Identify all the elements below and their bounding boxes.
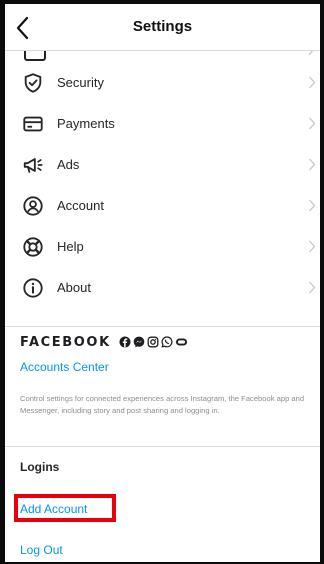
chevron-right-icon: [309, 281, 316, 294]
menu-item-label: Payments: [57, 116, 115, 131]
chevron-right-icon: [309, 240, 316, 253]
facebook-brand-row: FACEBOOK: [20, 332, 188, 352]
chevron-right-icon: [309, 76, 316, 89]
menu-item-about[interactable]: About: [5, 267, 320, 308]
section-divider: [5, 326, 320, 327]
menu-item-label: Security: [57, 75, 104, 90]
partially-scrolled-menu-item[interactable]: [5, 50, 320, 62]
add-account-link[interactable]: Add Account: [20, 502, 87, 516]
facebook-icon: [119, 336, 131, 348]
menu-item-ads[interactable]: Ads: [5, 144, 320, 185]
accounts-center-link[interactable]: Accounts Center: [20, 360, 109, 374]
menu-item-label: About: [57, 280, 91, 295]
page-title: Settings: [132, 18, 193, 35]
shield-check-icon: [24, 73, 42, 93]
at-sign-icon: [23, 196, 43, 216]
chevron-right-icon: [309, 158, 316, 171]
settings-menu: Security Payments Ads Account Help About: [5, 62, 320, 308]
settings-header: Settings: [5, 4, 320, 51]
meta-app-icons: [119, 336, 188, 348]
credit-card-icon: [23, 116, 43, 132]
megaphone-icon: [23, 158, 43, 173]
scrolled-item-icon: [24, 50, 46, 61]
instagram-icon: [147, 336, 159, 348]
info-circle-icon: [23, 278, 43, 298]
lifebuoy-icon: [23, 237, 43, 257]
section-divider: [5, 446, 320, 447]
accounts-center-description: Control settings for connected experienc…: [20, 394, 305, 415]
whatsapp-icon: [161, 336, 173, 348]
log-out-link[interactable]: Log Out: [20, 543, 63, 557]
facebook-wordmark: FACEBOOK: [20, 334, 111, 350]
menu-item-label: Ads: [57, 157, 80, 172]
chevron-right-icon: [309, 199, 316, 212]
menu-item-label: Account: [57, 198, 104, 213]
menu-item-payments[interactable]: Payments: [5, 103, 320, 144]
menu-item-label: Help: [57, 239, 84, 254]
menu-item-help[interactable]: Help: [5, 226, 320, 267]
messenger-icon: [133, 336, 145, 348]
menu-item-security[interactable]: Security: [5, 62, 320, 103]
logins-heading: Logins: [20, 460, 60, 474]
menu-item-account[interactable]: Account: [5, 185, 320, 226]
portal-icon: [175, 338, 187, 346]
chevron-right-icon: [309, 117, 316, 130]
frame-edge-right: [320, 0, 324, 564]
